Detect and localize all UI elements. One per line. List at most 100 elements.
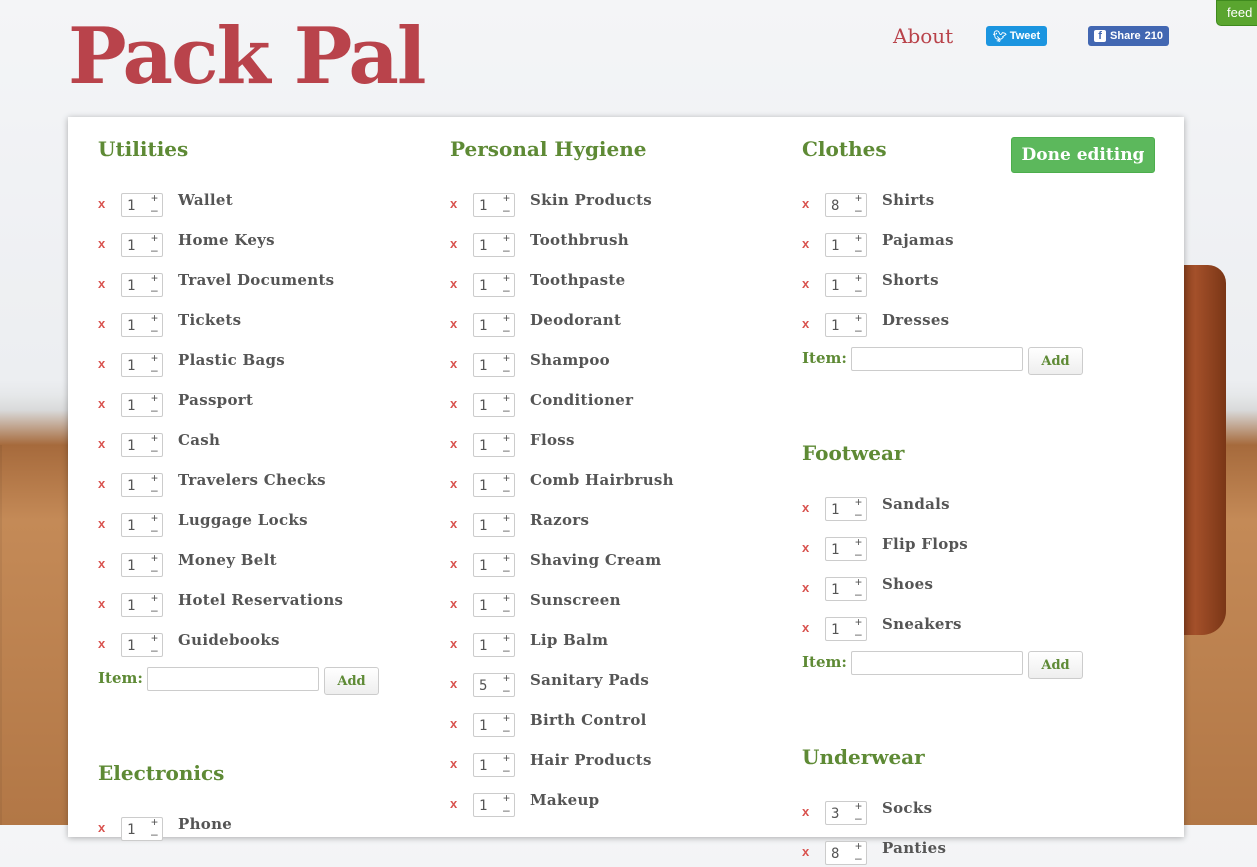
remove-item-icon[interactable]: x <box>98 396 105 411</box>
remove-item-icon[interactable]: x <box>450 676 457 691</box>
quantity-stepper[interactable]: 3 + – <box>825 800 867 825</box>
remove-item-icon[interactable]: x <box>802 196 809 211</box>
decrement-icon[interactable]: – <box>503 484 510 496</box>
feedback-tab[interactable]: feed <box>1216 0 1257 26</box>
quantity-stepper[interactable]: 1 + – <box>825 312 867 337</box>
quantity-stepper[interactable]: 1 + – <box>121 472 163 497</box>
remove-item-icon[interactable]: x <box>98 596 105 611</box>
remove-item-icon[interactable]: x <box>450 796 457 811</box>
quantity-stepper[interactable]: 1 + – <box>473 592 515 617</box>
remove-item-icon[interactable]: x <box>450 316 457 331</box>
quantity-stepper[interactable]: 1 + – <box>121 272 163 297</box>
tweet-button[interactable]: 🐦︎ Tweet <box>986 26 1047 46</box>
remove-item-icon[interactable]: x <box>450 556 457 571</box>
remove-item-icon[interactable]: x <box>802 540 809 555</box>
decrement-icon[interactable]: – <box>151 204 158 216</box>
quantity-stepper[interactable]: 1 + – <box>473 712 515 737</box>
quantity-stepper[interactable]: 5 + – <box>473 672 515 697</box>
quantity-stepper[interactable]: 1 + – <box>121 432 163 457</box>
decrement-icon[interactable]: – <box>855 628 862 640</box>
quantity-stepper[interactable]: 1 + – <box>473 232 515 257</box>
about-link[interactable]: About <box>893 24 953 48</box>
done-editing-button[interactable]: Done editing <box>1011 137 1155 173</box>
decrement-icon[interactable]: – <box>151 444 158 456</box>
decrement-icon[interactable]: – <box>855 548 862 560</box>
quantity-stepper[interactable]: 1 + – <box>473 432 515 457</box>
remove-item-icon[interactable]: x <box>450 356 457 371</box>
remove-item-icon[interactable]: x <box>802 804 809 819</box>
decrement-icon[interactable]: – <box>151 324 158 336</box>
remove-item-icon[interactable]: x <box>98 316 105 331</box>
remove-item-icon[interactable]: x <box>98 476 105 491</box>
quantity-stepper[interactable]: 1 + – <box>473 752 515 777</box>
decrement-icon[interactable]: – <box>855 204 862 216</box>
decrement-icon[interactable]: – <box>503 764 510 776</box>
new-item-input[interactable] <box>851 651 1023 675</box>
remove-item-icon[interactable]: x <box>450 276 457 291</box>
remove-item-icon[interactable]: x <box>98 356 105 371</box>
decrement-icon[interactable]: – <box>503 524 510 536</box>
decrement-icon[interactable]: – <box>151 564 158 576</box>
remove-item-icon[interactable]: x <box>98 636 105 651</box>
site-logo[interactable]: Pack Pal <box>68 12 427 102</box>
remove-item-icon[interactable]: x <box>450 236 457 251</box>
decrement-icon[interactable]: – <box>503 244 510 256</box>
new-item-input[interactable] <box>851 347 1023 371</box>
quantity-stepper[interactable]: 1 + – <box>121 512 163 537</box>
decrement-icon[interactable]: – <box>855 244 862 256</box>
quantity-stepper[interactable]: 1 + – <box>473 472 515 497</box>
quantity-stepper[interactable]: 1 + – <box>121 312 163 337</box>
quantity-stepper[interactable]: 1 + – <box>473 392 515 417</box>
quantity-stepper[interactable]: 8 + – <box>825 192 867 217</box>
quantity-stepper[interactable]: 1 + – <box>825 232 867 257</box>
decrement-icon[interactable]: – <box>503 564 510 576</box>
quantity-stepper[interactable]: 1 + – <box>825 496 867 521</box>
decrement-icon[interactable]: – <box>855 852 862 864</box>
decrement-icon[interactable]: – <box>855 324 862 336</box>
quantity-stepper[interactable]: 1 + – <box>121 232 163 257</box>
remove-item-icon[interactable]: x <box>450 756 457 771</box>
quantity-stepper[interactable]: 1 + – <box>473 272 515 297</box>
decrement-icon[interactable]: – <box>151 284 158 296</box>
decrement-icon[interactable]: – <box>503 284 510 296</box>
quantity-stepper[interactable]: 1 + – <box>825 536 867 561</box>
quantity-stepper[interactable]: 1 + – <box>121 632 163 657</box>
decrement-icon[interactable]: – <box>503 404 510 416</box>
remove-item-icon[interactable]: x <box>450 396 457 411</box>
increment-icon[interactable]: + <box>151 816 158 828</box>
remove-item-icon[interactable]: x <box>98 276 105 291</box>
decrement-icon[interactable]: – <box>151 828 158 840</box>
remove-item-icon[interactable]: x <box>450 436 457 451</box>
remove-item-icon[interactable]: x <box>802 844 809 859</box>
remove-item-icon[interactable]: x <box>450 596 457 611</box>
decrement-icon[interactable]: – <box>151 364 158 376</box>
decrement-icon[interactable]: – <box>503 364 510 376</box>
remove-item-icon[interactable]: x <box>98 556 105 571</box>
decrement-icon[interactable]: – <box>503 684 510 696</box>
decrement-icon[interactable]: – <box>503 444 510 456</box>
quantity-stepper[interactable]: 1 + – <box>473 792 515 817</box>
decrement-icon[interactable]: – <box>503 604 510 616</box>
quantity-stepper[interactable]: 1 + – <box>121 352 163 377</box>
quantity-stepper[interactable]: 1 + – <box>121 392 163 417</box>
decrement-icon[interactable]: – <box>151 644 158 656</box>
decrement-icon[interactable]: – <box>151 604 158 616</box>
quantity-stepper[interactable]: 1 + – <box>473 312 515 337</box>
increment-icon[interactable]: + <box>855 840 862 852</box>
remove-item-icon[interactable]: x <box>98 236 105 251</box>
remove-item-icon[interactable]: x <box>98 820 105 835</box>
decrement-icon[interactable]: – <box>151 244 158 256</box>
quantity-stepper[interactable]: 8 + – <box>825 840 867 865</box>
add-item-button[interactable]: Add <box>1028 651 1083 679</box>
remove-item-icon[interactable]: x <box>802 500 809 515</box>
remove-item-icon[interactable]: x <box>802 236 809 251</box>
quantity-stepper[interactable]: 1 + – <box>825 616 867 641</box>
decrement-icon[interactable]: – <box>855 508 862 520</box>
quantity-stepper[interactable]: 1 + – <box>121 192 163 217</box>
remove-item-icon[interactable]: x <box>802 580 809 595</box>
quantity-stepper[interactable]: 1 + – <box>473 192 515 217</box>
quantity-stepper[interactable]: 1 + – <box>121 552 163 577</box>
remove-item-icon[interactable]: x <box>98 436 105 451</box>
add-item-button[interactable]: Add <box>1028 347 1083 375</box>
decrement-icon[interactable]: – <box>151 524 158 536</box>
